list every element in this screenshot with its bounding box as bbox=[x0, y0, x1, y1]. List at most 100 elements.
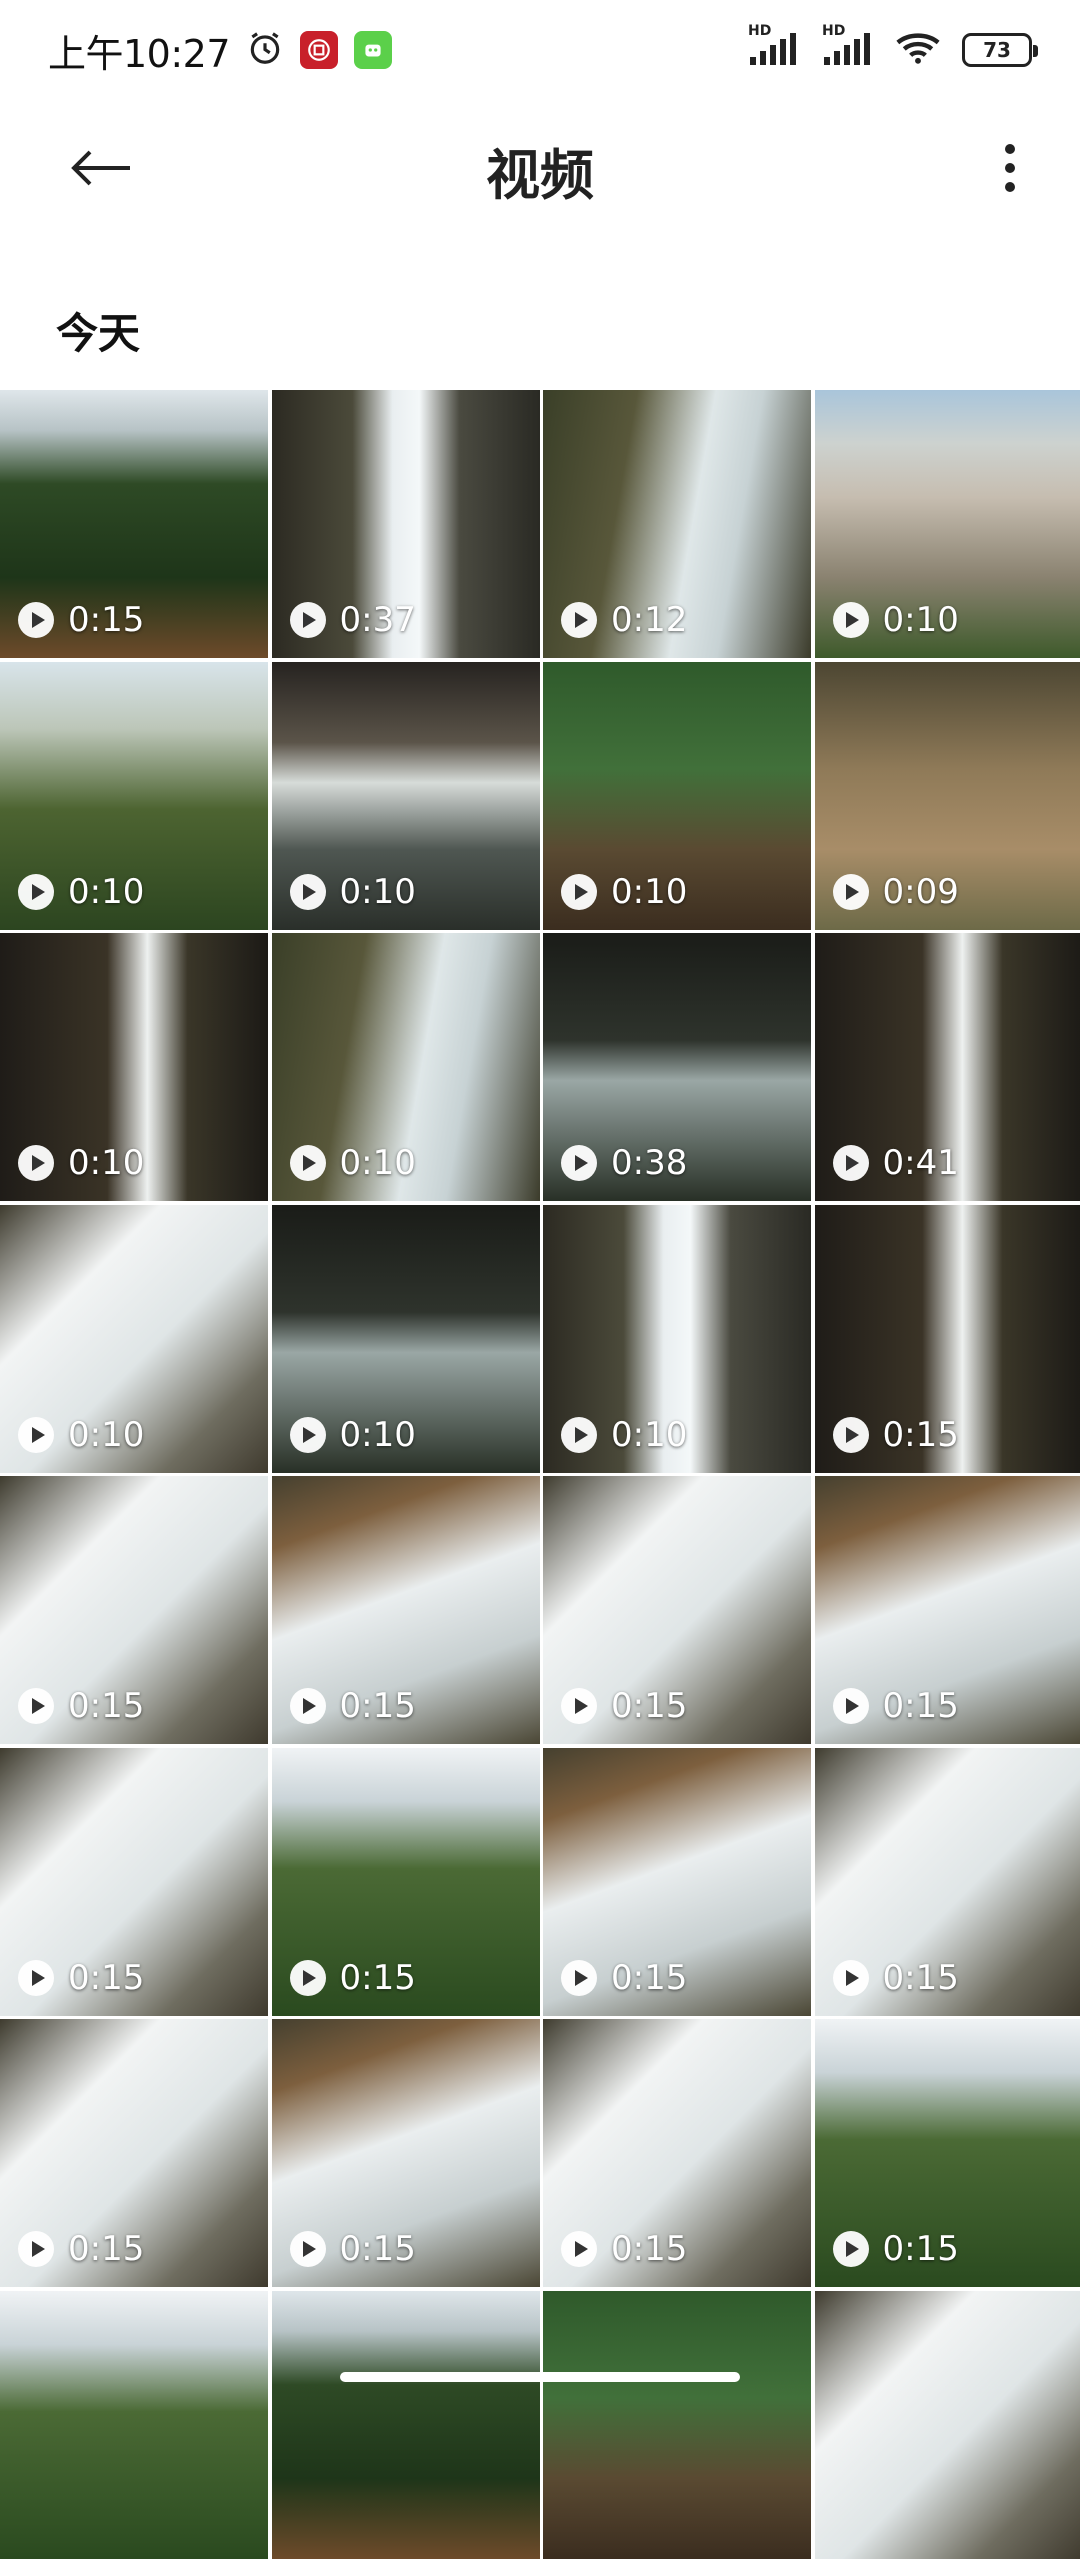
video-thumbnail[interactable]: 0:10 bbox=[815, 390, 1080, 658]
video-duration: 0:15 bbox=[883, 1686, 959, 1726]
video-thumbnail[interactable] bbox=[272, 2291, 540, 2559]
play-icon bbox=[18, 1960, 54, 1996]
video-thumbnail[interactable]: 0:15 bbox=[543, 1748, 811, 2016]
video-thumbnail[interactable]: 0:10 bbox=[0, 933, 268, 1201]
play-icon bbox=[833, 602, 869, 638]
video-duration: 0:10 bbox=[340, 1415, 416, 1455]
video-thumbnail[interactable]: 0:12 bbox=[543, 390, 811, 658]
video-thumbnail[interactable]: 0:15 bbox=[0, 2019, 268, 2287]
video-duration: 0:10 bbox=[340, 1143, 416, 1183]
arrow-left-icon bbox=[70, 148, 132, 192]
play-icon bbox=[290, 1417, 326, 1453]
video-thumbnail[interactable]: 0:15 bbox=[543, 2019, 811, 2287]
play-icon bbox=[561, 1145, 597, 1181]
back-button[interactable] bbox=[70, 140, 150, 200]
video-thumbnail[interactable]: 0:15 bbox=[0, 1748, 268, 2016]
play-icon bbox=[561, 1960, 597, 1996]
battery-level: 73 bbox=[983, 38, 1011, 62]
video-thumbnail[interactable]: 0:15 bbox=[0, 1476, 268, 1744]
video-duration: 0:10 bbox=[611, 1415, 687, 1455]
video-thumbnail[interactable] bbox=[543, 2291, 811, 2559]
play-icon bbox=[18, 874, 54, 910]
status-bar: 上午10:27 HD HD 73 bbox=[0, 0, 1080, 100]
app-header: 视频 bbox=[0, 100, 1080, 240]
video-duration: 0:15 bbox=[883, 1415, 959, 1455]
video-thumbnail[interactable]: 0:15 bbox=[815, 1205, 1080, 1473]
play-icon bbox=[833, 1145, 869, 1181]
play-icon bbox=[833, 2231, 869, 2267]
video-duration: 0:10 bbox=[340, 872, 416, 912]
video-duration: 0:15 bbox=[611, 1686, 687, 1726]
video-thumbnail[interactable]: 0:41 bbox=[815, 933, 1080, 1201]
video-thumbnail[interactable]: 0:15 bbox=[543, 1476, 811, 1744]
video-duration: 0:38 bbox=[611, 1143, 687, 1183]
video-thumbnail[interactable]: 0:10 bbox=[543, 662, 811, 930]
video-duration: 0:10 bbox=[68, 1143, 144, 1183]
network-type-label: HD bbox=[748, 23, 771, 39]
more-options-button[interactable] bbox=[980, 130, 1040, 210]
video-thumbnail[interactable]: 0:15 bbox=[272, 1748, 540, 2016]
video-thumbnail[interactable]: 0:10 bbox=[272, 933, 540, 1201]
video-duration: 0:41 bbox=[883, 1143, 959, 1183]
play-icon bbox=[18, 1417, 54, 1453]
video-grid: 0:15 0:37 0:12 0:10 0:10 0:10 0:10 0:09 0:10 0:10… bbox=[0, 390, 1080, 2559]
play-icon bbox=[290, 1688, 326, 1724]
more-vertical-icon bbox=[1003, 143, 1017, 197]
video-thumbnail[interactable]: 0:10 bbox=[0, 1205, 268, 1473]
play-icon bbox=[18, 1688, 54, 1724]
video-duration: 0:15 bbox=[340, 1958, 416, 1998]
video-duration: 0:15 bbox=[68, 1958, 144, 1998]
play-icon bbox=[561, 602, 597, 638]
video-duration: 0:15 bbox=[611, 2229, 687, 2269]
video-thumbnail[interactable]: 0:10 bbox=[272, 662, 540, 930]
signal-icon: HD bbox=[822, 33, 874, 67]
play-icon bbox=[290, 874, 326, 910]
video-duration: 0:10 bbox=[68, 872, 144, 912]
play-icon bbox=[561, 1688, 597, 1724]
wifi-icon bbox=[896, 31, 940, 69]
play-icon bbox=[833, 1688, 869, 1724]
video-duration: 0:37 bbox=[340, 600, 416, 640]
video-duration: 0:10 bbox=[611, 872, 687, 912]
play-icon bbox=[18, 602, 54, 638]
section-date-label: 今天 bbox=[56, 300, 140, 361]
play-icon bbox=[290, 2231, 326, 2267]
video-duration: 0:15 bbox=[340, 2229, 416, 2269]
play-icon bbox=[18, 2231, 54, 2267]
video-duration: 0:12 bbox=[611, 600, 687, 640]
video-duration: 0:09 bbox=[883, 872, 959, 912]
video-thumbnail[interactable]: 0:15 bbox=[0, 390, 268, 658]
play-icon bbox=[833, 1417, 869, 1453]
video-thumbnail[interactable]: 0:10 bbox=[0, 662, 268, 930]
video-thumbnail[interactable] bbox=[815, 2291, 1080, 2559]
video-thumbnail[interactable]: 0:15 bbox=[815, 1748, 1080, 2016]
video-duration: 0:15 bbox=[68, 2229, 144, 2269]
video-thumbnail[interactable] bbox=[0, 2291, 268, 2559]
video-thumbnail[interactable]: 0:10 bbox=[543, 1205, 811, 1473]
video-thumbnail[interactable]: 0:15 bbox=[272, 2019, 540, 2287]
video-duration: 0:15 bbox=[68, 1686, 144, 1726]
status-time: 上午10:27 bbox=[48, 23, 230, 78]
video-duration: 0:15 bbox=[883, 1958, 959, 1998]
video-duration: 0:15 bbox=[611, 1958, 687, 1998]
video-thumbnail[interactable]: 0:10 bbox=[272, 1205, 540, 1473]
video-thumbnail[interactable]: 0:37 bbox=[272, 390, 540, 658]
play-icon bbox=[833, 1960, 869, 1996]
battery-icon: 73 bbox=[962, 33, 1032, 67]
app-red-icon bbox=[300, 31, 338, 69]
play-icon bbox=[833, 874, 869, 910]
video-thumbnail[interactable]: 0:09 bbox=[815, 662, 1080, 930]
video-duration: 0:10 bbox=[68, 1415, 144, 1455]
video-thumbnail[interactable]: 0:15 bbox=[815, 2019, 1080, 2287]
signal-icon: HD bbox=[748, 33, 800, 67]
video-duration: 0:15 bbox=[340, 1686, 416, 1726]
home-indicator[interactable] bbox=[340, 2372, 740, 2382]
play-icon bbox=[290, 1145, 326, 1181]
video-thumbnail[interactable]: 0:15 bbox=[815, 1476, 1080, 1744]
alarm-icon bbox=[246, 29, 284, 71]
video-thumbnail[interactable]: 0:15 bbox=[272, 1476, 540, 1744]
video-duration: 0:10 bbox=[883, 600, 959, 640]
video-duration: 0:15 bbox=[68, 600, 144, 640]
video-thumbnail[interactable]: 0:38 bbox=[543, 933, 811, 1201]
play-icon bbox=[561, 2231, 597, 2267]
